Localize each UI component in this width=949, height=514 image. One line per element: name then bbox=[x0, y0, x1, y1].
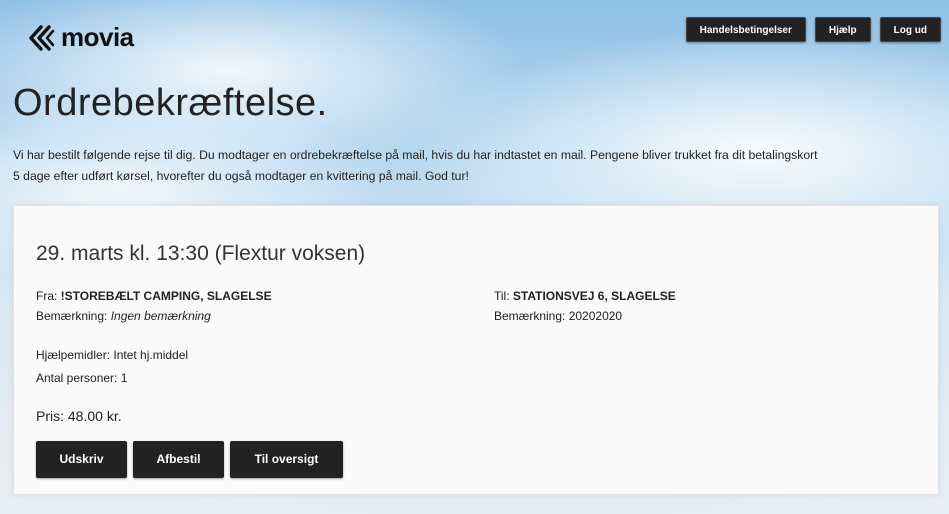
action-buttons: Udskriv Afbestil Til oversigt bbox=[36, 441, 343, 478]
from-address: !STOREBÆLT CAMPING, SLAGELSE bbox=[60, 289, 272, 303]
aids-text: Hjælpemidler: Intet hj.middel bbox=[36, 348, 189, 362]
cancel-booking-button[interactable]: Afbestil bbox=[133, 441, 224, 478]
trip-details: Hjælpemidler: Intet hj.middel Antal pers… bbox=[36, 344, 188, 390]
movia-logo-icon bbox=[27, 24, 57, 51]
to-column: Til: STATIONSVEJ 6, SLAGELSE Bemærkning:… bbox=[494, 286, 676, 326]
terms-button[interactable]: Handelsbetingelser bbox=[685, 17, 806, 42]
from-column: Fra: !STOREBÆLT CAMPING, SLAGELSE Bemærk… bbox=[36, 286, 272, 326]
to-label: Til: bbox=[494, 289, 513, 303]
intro-line-2: 5 dage efter udført kørsel, hvorefter du… bbox=[13, 169, 469, 183]
to-note-line: Bemærkning: 20202020 bbox=[494, 306, 676, 326]
from-note-line: Bemærkning: Ingen bemærkning bbox=[36, 306, 272, 326]
from-note-label: Bemærkning: bbox=[36, 309, 111, 323]
price-text: Pris: 48.00 kr. bbox=[36, 408, 122, 424]
from-line: Fra: !STOREBÆLT CAMPING, SLAGELSE bbox=[36, 286, 272, 306]
persons-text: Antal personer: 1 bbox=[36, 371, 128, 385]
intro-line-1: Vi har bestilt følgende rejse til dig. D… bbox=[13, 148, 818, 162]
logo[interactable]: movia bbox=[27, 22, 134, 53]
trip-title: 29. marts kl. 13:30 (Flextur voksen) bbox=[36, 242, 366, 265]
logo-text: movia bbox=[61, 22, 134, 52]
to-line: Til: STATIONSVEJ 6, SLAGELSE bbox=[494, 286, 676, 306]
top-navigation: Handelsbetingelser Hjælp Log ud bbox=[685, 17, 941, 42]
print-button[interactable]: Udskriv bbox=[36, 441, 127, 478]
to-address: STATIONSVEJ 6, SLAGELSE bbox=[512, 289, 676, 303]
from-note-value: Ingen bemærkning bbox=[110, 309, 211, 323]
page-title: Ordrebekræftelse. bbox=[13, 82, 328, 124]
from-label: Fra: bbox=[36, 289, 61, 303]
help-button[interactable]: Hjælp bbox=[814, 17, 871, 42]
logout-button[interactable]: Log ud bbox=[879, 17, 941, 42]
overview-button[interactable]: Til oversigt bbox=[230, 441, 343, 478]
booking-card: 29. marts kl. 13:30 (Flextur voksen) Fra… bbox=[13, 205, 939, 495]
to-note-label: Bemærkning: bbox=[494, 309, 569, 323]
intro-text: Vi har bestilt følgende rejse til dig. D… bbox=[13, 145, 943, 187]
to-note-value: 20202020 bbox=[568, 309, 623, 323]
